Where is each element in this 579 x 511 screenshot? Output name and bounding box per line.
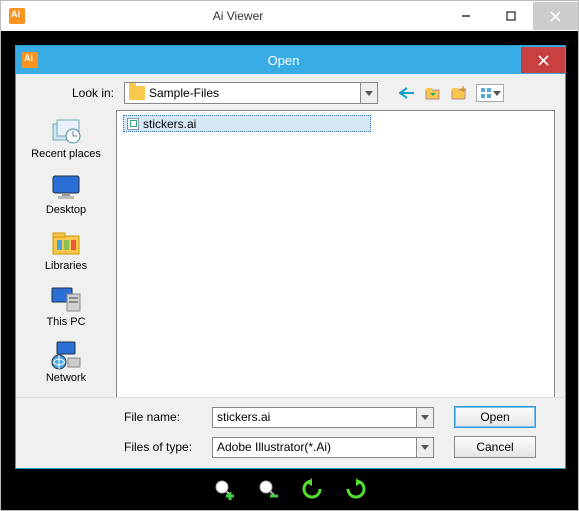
place-label: Desktop (24, 204, 108, 216)
minimize-button[interactable] (443, 2, 488, 30)
place-label: Network (24, 372, 108, 384)
close-button[interactable] (533, 2, 578, 30)
filetype-value: Adobe Illustrator(*.Ai) (217, 440, 331, 454)
view-menu-icon[interactable] (476, 84, 504, 102)
file-list[interactable]: stickers.ai (116, 110, 555, 397)
thispc-icon (49, 284, 83, 314)
lookin-row: Look in: Sample-Files (16, 74, 565, 110)
filetype-dropdown[interactable]: Adobe Illustrator(*.Ai) (212, 437, 434, 458)
rotate-left-icon[interactable] (301, 478, 323, 500)
place-desktop[interactable]: Desktop (24, 170, 108, 220)
file-item[interactable]: stickers.ai (123, 115, 371, 132)
new-folder-icon[interactable] (450, 84, 468, 102)
place-libraries[interactable]: Libraries (24, 226, 108, 276)
file-icon (127, 118, 139, 130)
main-window: Ai Viewer Open Look in: Sample-F (0, 0, 579, 511)
filename-value: stickers.ai (217, 410, 270, 424)
folder-icon (129, 86, 145, 100)
back-icon[interactable] (398, 84, 416, 102)
cancel-button[interactable]: Cancel (454, 436, 536, 458)
libraries-icon (49, 228, 83, 258)
place-thispc[interactable]: This PC (24, 282, 108, 332)
recent-places-icon (49, 116, 83, 146)
desktop-icon (49, 172, 83, 202)
lookin-label: Look in: (54, 86, 114, 100)
up-folder-icon[interactable] (424, 84, 442, 102)
dialog-app-icon (22, 52, 38, 68)
main-title: Ai Viewer (33, 9, 443, 23)
place-network[interactable]: Network (24, 338, 108, 388)
zoom-out-icon[interactable] (257, 478, 279, 500)
chevron-down-icon (416, 438, 433, 457)
dialog-titlebar: Open (16, 46, 565, 74)
dialog-close-button[interactable] (521, 47, 565, 73)
place-recent[interactable]: Recent places (24, 114, 108, 164)
filename-label: File name: (124, 410, 212, 424)
network-icon (49, 340, 83, 370)
bottom-toolbar (1, 472, 578, 506)
lookin-value: Sample-Files (149, 86, 219, 100)
window-controls (443, 2, 578, 30)
app-icon (9, 8, 25, 24)
places-bar: Recent places Desktop Libraries This PC (16, 110, 116, 397)
dialog-content: Look in: Sample-Files Recent (16, 74, 565, 468)
place-label: This PC (24, 316, 108, 328)
nav-icons (398, 84, 504, 102)
dialog-bottom: File name: stickers.ai Open Files of typ… (16, 397, 565, 468)
open-button[interactable]: Open (454, 406, 536, 428)
chevron-down-icon (360, 83, 377, 103)
filetype-label: Files of type: (124, 440, 212, 454)
open-dialog: Open Look in: Sample-Files (15, 45, 566, 469)
main-titlebar: Ai Viewer (1, 1, 578, 31)
place-label: Recent places (24, 148, 108, 160)
place-label: Libraries (24, 260, 108, 272)
dialog-title: Open (46, 53, 521, 68)
file-name: stickers.ai (143, 117, 196, 131)
maximize-button[interactable] (488, 2, 533, 30)
dialog-middle: Recent places Desktop Libraries This PC (16, 110, 565, 397)
zoom-in-icon[interactable] (213, 478, 235, 500)
chevron-down-icon (416, 408, 433, 427)
rotate-right-icon[interactable] (345, 478, 367, 500)
filename-input[interactable]: stickers.ai (212, 407, 434, 428)
lookin-dropdown[interactable]: Sample-Files (124, 82, 378, 104)
